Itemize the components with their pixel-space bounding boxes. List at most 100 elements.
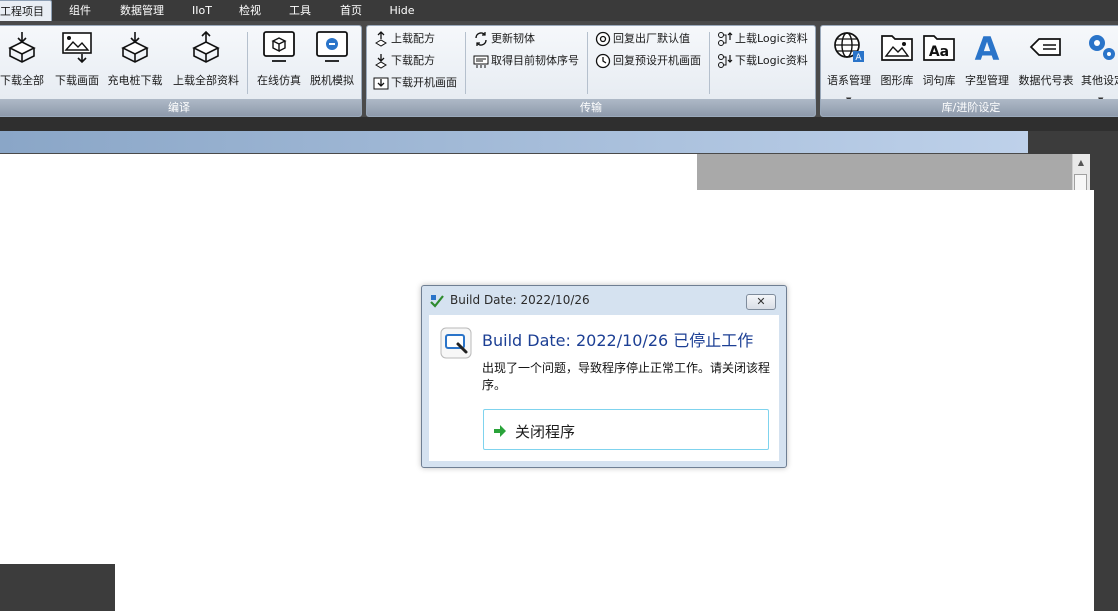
download-recipe-label: 下载配方 (391, 54, 435, 67)
other-settings-button[interactable]: 其他设定 ▼ (1081, 30, 1118, 104)
close-icon: ✕ (756, 295, 766, 308)
download-boot-screen-label: 下载开机画面 (391, 76, 457, 89)
online-simulation-label: 在线仿真 (257, 74, 301, 87)
text-folder-icon: Aa (923, 35, 955, 61)
tab-tools[interactable]: 工具 (282, 0, 318, 21)
restore-factory-default-label: 回复出厂默认值 (613, 32, 690, 45)
separator (247, 32, 248, 94)
update-firmware-label: 更新韧体 (491, 32, 535, 45)
data-code-table-button[interactable]: 数据代号表 (1017, 30, 1075, 98)
monitor-cube-icon (263, 31, 295, 62)
dialog-body: Build Date: 2022/10/26 已停止工作 出现了一个问题，导致程… (429, 315, 779, 461)
error-dialog: Build Date: 2022/10/26 ✕ Build Date: 202… (421, 285, 787, 468)
app-title-icon (430, 295, 444, 308)
workspace-header-bar (0, 131, 1028, 153)
download-icon (375, 54, 387, 69)
download-all-label: 下载全部 (0, 74, 44, 87)
menu-bar: 工程项目 组件 数据管理 IIoT 检视 工具 首页 Hide (0, 0, 1118, 22)
other-settings-label: 其他设定 (1081, 74, 1118, 87)
dialog-title: Build Date: 2022/10/26 (450, 293, 590, 307)
online-simulation-button[interactable]: 在线仿真 (255, 30, 303, 98)
restore-default-boot-screen-button[interactable]: 回复预设开机画面 (595, 51, 701, 71)
charging-pile-download-label: 充电桩下载 (107, 74, 163, 87)
separator (587, 32, 588, 94)
tab-home[interactable]: 首页 (333, 0, 369, 21)
get-firmware-serial-label: 取得目前韧体序号 (491, 54, 579, 67)
upload-recipe-label: 上载配方 (391, 32, 435, 45)
tab-project[interactable]: 工程项目 (0, 0, 52, 22)
dialog-close-button[interactable]: ✕ (746, 294, 776, 310)
image-download-icon (62, 32, 92, 64)
download-recipe-button[interactable]: 下载配方 (373, 51, 435, 71)
program-error-icon (440, 327, 472, 359)
serial-chip-icon (473, 55, 489, 68)
workspace-top-strip (0, 117, 1118, 131)
upload-recipe-button[interactable]: 上载配方 (373, 29, 435, 49)
update-firmware-button[interactable]: 更新韧体 (473, 29, 535, 49)
workspace-bottom-panel (0, 564, 115, 611)
group-library: A 语系管理 ▼ 图形库 Aa 词句库 A 字型管理 数据代号表 其他设定 ▼ … (820, 25, 1118, 117)
font-management-button[interactable]: A 字型管理 (961, 30, 1013, 98)
upload-all-data-button[interactable]: 上载全部资料 (173, 30, 239, 98)
screen-download-icon (373, 77, 389, 90)
gears-icon (1089, 35, 1115, 60)
box-download-icon (121, 32, 149, 63)
graphics-library-label: 图形库 (880, 74, 914, 87)
monitor-stop-icon (316, 31, 348, 62)
language-management-label: 语系管理 (827, 74, 871, 87)
tab-iiot[interactable]: IIoT (184, 0, 220, 21)
box-upload-icon (192, 30, 220, 63)
upload-logic-data-button[interactable]: 上载Logic资料 (717, 29, 808, 49)
svg-text:A: A (975, 30, 1000, 64)
svg-text:A: A (855, 53, 862, 63)
tab-hide[interactable]: Hide (384, 0, 420, 21)
get-firmware-serial-button[interactable]: 取得目前韧体序号 (473, 51, 579, 71)
font-management-label: 字型管理 (965, 74, 1009, 87)
logic-download-icon (718, 54, 733, 68)
close-program-label: 关闭程序 (515, 423, 576, 441)
dialog-titlebar[interactable]: Build Date: 2022/10/26 ✕ (422, 286, 786, 314)
tag-label-icon (1029, 38, 1061, 56)
arrow-right-icon (494, 425, 506, 437)
group-compile: 下载全部 下载画面 充电桩下载 上载全部资料 在线仿真 脱机模拟 编译 (0, 25, 362, 117)
restore-factory-default-button[interactable]: 回复出厂默认值 (595, 29, 690, 49)
group-label-transfer: 传输 (367, 99, 815, 116)
download-screen-label: 下载画面 (55, 74, 99, 87)
svg-text:Aa: Aa (929, 44, 949, 60)
editor-canvas-margin (697, 154, 1072, 190)
tab-components[interactable]: 组件 (58, 0, 102, 21)
graphics-library-button[interactable]: 图形库 (877, 30, 917, 98)
logic-upload-icon (718, 32, 733, 46)
download-logic-data-label: 下载Logic资料 (735, 54, 808, 67)
group-transfer: 上载配方 下载配方 下载开机画面 更新韧体 取得目前韧体序号 回复出厂默认值 回… (366, 25, 816, 117)
download-screen-button[interactable]: 下载画面 (51, 30, 103, 98)
download-boot-screen-button[interactable]: 下载开机画面 (373, 73, 457, 93)
dialog-heading: Build Date: 2022/10/26 已停止工作 (482, 331, 754, 350)
download-logic-data-button[interactable]: 下载Logic资料 (717, 51, 808, 71)
group-label-compile: 编译 (0, 99, 361, 116)
separator (465, 32, 466, 94)
upload-all-data-label: 上载全部资料 (173, 74, 239, 87)
globe-language-icon: A (834, 32, 864, 63)
tab-view[interactable]: 检视 (232, 0, 268, 21)
offline-simulation-button[interactable]: 脱机模拟 (307, 30, 357, 98)
ribbon: 下载全部 下载画面 充电桩下载 上载全部资料 在线仿真 脱机模拟 编译 上载配方… (0, 21, 1118, 117)
charging-pile-download-button[interactable]: 充电桩下载 (107, 30, 163, 98)
restore-clock-icon (595, 53, 611, 69)
upload-logic-data-label: 上载Logic资料 (735, 32, 808, 45)
image-folder-icon (881, 35, 913, 61)
language-management-button[interactable]: A 语系管理 ▼ (825, 30, 873, 104)
phrase-library-label: 词句库 (922, 74, 956, 87)
tab-data-management[interactable]: 数据管理 (112, 0, 172, 21)
font-letter-icon: A (975, 30, 1000, 64)
scroll-up-arrow-icon[interactable]: ▲ (1072, 157, 1090, 169)
box-download-icon (8, 32, 36, 63)
offline-simulation-label: 脱机模拟 (310, 74, 354, 87)
data-code-table-label: 数据代号表 (1018, 74, 1074, 87)
phrase-library-button[interactable]: Aa 词句库 (919, 30, 959, 98)
close-program-button[interactable]: 关闭程序 (483, 409, 769, 450)
download-all-button[interactable]: 下载全部 (0, 30, 47, 98)
restore-default-boot-screen-label: 回复预设开机画面 (613, 54, 701, 67)
group-label-library: 库/进阶设定 (821, 99, 1118, 116)
restore-gear-icon (595, 31, 611, 47)
